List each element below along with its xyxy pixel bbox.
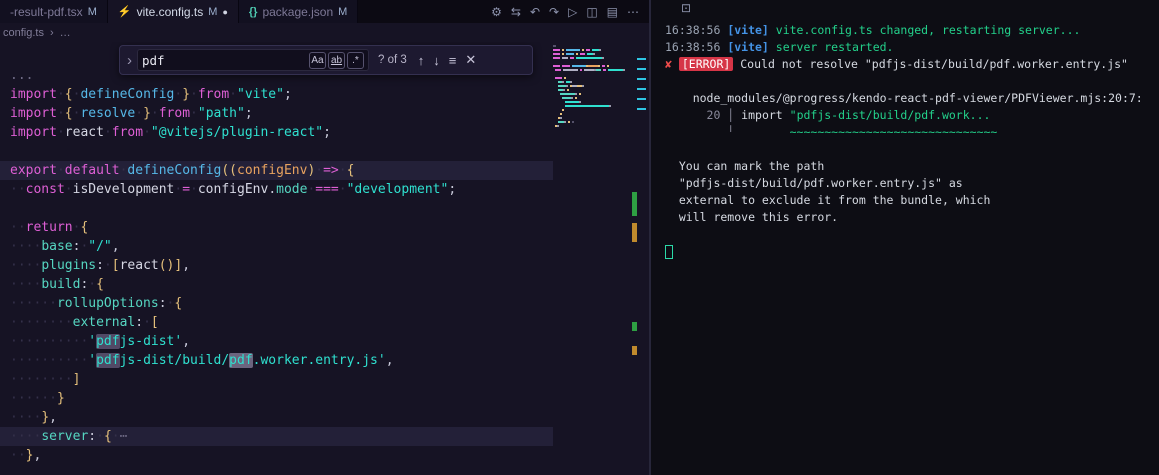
- find-input-box: Aa ab .*: [137, 49, 369, 71]
- minimap-content: [553, 45, 631, 129]
- terminal-line: external to exclude it from the bundle, …: [665, 193, 991, 207]
- terminal-line: ✘ [ERROR] Could not resolve "pdfjs-dist/…: [665, 57, 1128, 71]
- git-modified-marker: [632, 223, 637, 242]
- terminal-line: will remove this error.: [665, 210, 839, 224]
- ruler-mark: [637, 68, 646, 70]
- terminal-line: node_modules/@progress/kendo-react-pdf-v…: [665, 91, 1143, 105]
- terminal-pane: ⊡ 16:38:56 [vite] vite.config.ts changed…: [651, 0, 1159, 475]
- code-line[interactable]: ····server:·{·⋯: [0, 427, 553, 446]
- code-line[interactable]: ········external:·[: [10, 313, 553, 332]
- code-line[interactable]: ····},: [10, 408, 553, 427]
- terminal-line: You can mark the path: [665, 159, 825, 173]
- nav-forward-icon[interactable]: ↷: [549, 5, 559, 19]
- match-case-toggle[interactable]: Aa: [309, 51, 326, 69]
- code-line[interactable]: ····build:·{: [10, 275, 553, 294]
- minimap[interactable]: [553, 42, 631, 475]
- code-line[interactable]: ······rollupOptions:·{: [10, 294, 553, 313]
- terminal-line: 16:38:56 [vite] vite.config.ts changed, …: [665, 23, 1081, 37]
- code-line[interactable]: [10, 142, 553, 161]
- more-actions-icon[interactable]: ⋯: [627, 5, 639, 19]
- layout-icon[interactable]: ▤: [607, 5, 618, 19]
- dirty-indicator[interactable]: ●: [222, 7, 227, 17]
- ruler-mark: [637, 58, 646, 60]
- editor-actions: ⚙ ⇆ ↶ ↷ ▷ ◫ ▤ ⋯: [491, 0, 649, 23]
- code-line[interactable]: import·react·from·"@vitejs/plugin-react"…: [10, 123, 553, 142]
- close-find-icon[interactable]: ✕: [463, 52, 478, 68]
- git-added-marker: [632, 322, 637, 331]
- split-editor-icon[interactable]: ◫: [586, 5, 597, 19]
- code-line[interactable]: [10, 199, 553, 218]
- vite-file-icon: ⚡: [117, 6, 132, 18]
- ruler-mark: [637, 78, 646, 80]
- code-line[interactable]: ··return·{: [10, 218, 553, 237]
- code-line[interactable]: ··········'pdfjs-dist',: [10, 332, 553, 351]
- tab-label: package.json: [262, 4, 334, 19]
- tab-vite-config[interactable]: ⚡ vite.config.ts M ●: [107, 0, 239, 23]
- code-line[interactable]: import·{·resolve·}·from·"path";: [10, 104, 553, 123]
- app-window: -result-pdf.tsx M ⚡ vite.config.ts M ● {…: [0, 0, 1159, 475]
- compare-changes-icon[interactable]: ⇆: [511, 5, 521, 19]
- terminal-panel-icon[interactable]: ⊡: [681, 1, 691, 15]
- ruler-mark: [637, 88, 646, 90]
- terminal-line: [665, 243, 1159, 260]
- editor-pane: -result-pdf.tsx M ⚡ vite.config.ts M ● {…: [0, 0, 651, 475]
- find-in-selection-icon[interactable]: ≡: [447, 53, 459, 68]
- git-modified-badge: M: [87, 5, 97, 18]
- code-line[interactable]: ··const·isDevelopment·=·configEnv.mode·=…: [10, 180, 553, 199]
- chevron-right-icon: ›: [49, 26, 54, 39]
- run-icon[interactable]: ▷: [568, 5, 577, 19]
- find-input[interactable]: [142, 52, 307, 68]
- settings-gear-icon[interactable]: ⚙: [491, 5, 502, 19]
- breadcrumb-more[interactable]: …: [60, 27, 71, 39]
- overview-ruler[interactable]: [632, 42, 649, 475]
- code-line[interactable]: export·default·defineConfig((configEnv)·…: [0, 161, 553, 180]
- code-line[interactable]: ······}: [10, 389, 553, 408]
- tab-result-pdf[interactable]: -result-pdf.tsx M: [0, 0, 108, 23]
- git-modified-badge: M: [208, 5, 218, 18]
- ruler-mark: [637, 108, 646, 110]
- breadcrumb-file[interactable]: config.ts: [3, 27, 44, 39]
- find-next-icon[interactable]: ↓: [431, 53, 442, 68]
- code-lines[interactable]: ... import·{·defineConfig·}·from·"vite"; i…: [0, 42, 553, 465]
- git-modified-marker: [632, 346, 637, 355]
- code-line[interactable]: ········]: [10, 370, 553, 389]
- whole-word-toggle[interactable]: ab: [328, 51, 345, 69]
- tab-label: vite.config.ts: [136, 4, 204, 19]
- code-line[interactable]: import·{·defineConfig·}·from·"vite";: [10, 85, 553, 104]
- find-previous-icon[interactable]: ↑: [416, 53, 427, 68]
- find-results-count: ? of 3: [378, 54, 407, 66]
- terminal-line: "pdfjs-dist/build/pdf.worker.entry.js" a…: [665, 176, 963, 190]
- ruler-mark: [637, 98, 646, 100]
- terminal-line: 16:38:56 [vite] server restarted.: [665, 40, 894, 54]
- code-line[interactable]: ····plugins:·[react()],: [10, 256, 553, 275]
- regex-toggle[interactable]: .*: [347, 51, 364, 69]
- tab-label: -result-pdf.tsx: [10, 4, 83, 19]
- terminal-header: ⊡: [651, 0, 1159, 16]
- find-widget: › Aa ab .* ? of 3 ↑ ↓ ≡ ✕: [119, 45, 533, 75]
- code-line[interactable]: ··},: [10, 446, 553, 465]
- nav-back-icon[interactable]: ↶: [530, 5, 540, 19]
- tab-package-json[interactable]: {} package.json M: [238, 0, 359, 23]
- terminal-line: ╵ ~~~~~~~~~~~~~~~~~~~~~~~~~~~~~~: [665, 125, 998, 139]
- git-added-marker: [632, 192, 637, 216]
- code-line[interactable]: ··········'pdfjs-dist/build/pdf.worker.e…: [10, 351, 553, 370]
- terminal-line: 20 │ import "pdfjs-dist/build/pdf.work..…: [665, 108, 991, 122]
- tab-bar: -result-pdf.tsx M ⚡ vite.config.ts M ● {…: [0, 0, 649, 23]
- json-file-icon: {}: [248, 5, 258, 18]
- breadcrumb[interactable]: config.ts › …: [0, 23, 649, 42]
- git-modified-badge: M: [338, 5, 348, 18]
- code-line[interactable]: ····base:·"/",: [10, 237, 553, 256]
- toggle-replace-icon[interactable]: ›: [127, 53, 132, 68]
- code-editor[interactable]: ... import·{·defineConfig·}·from·"vite"; i…: [0, 42, 649, 475]
- terminal-lines[interactable]: 16:38:56 [vite] vite.config.ts changed, …: [651, 16, 1159, 260]
